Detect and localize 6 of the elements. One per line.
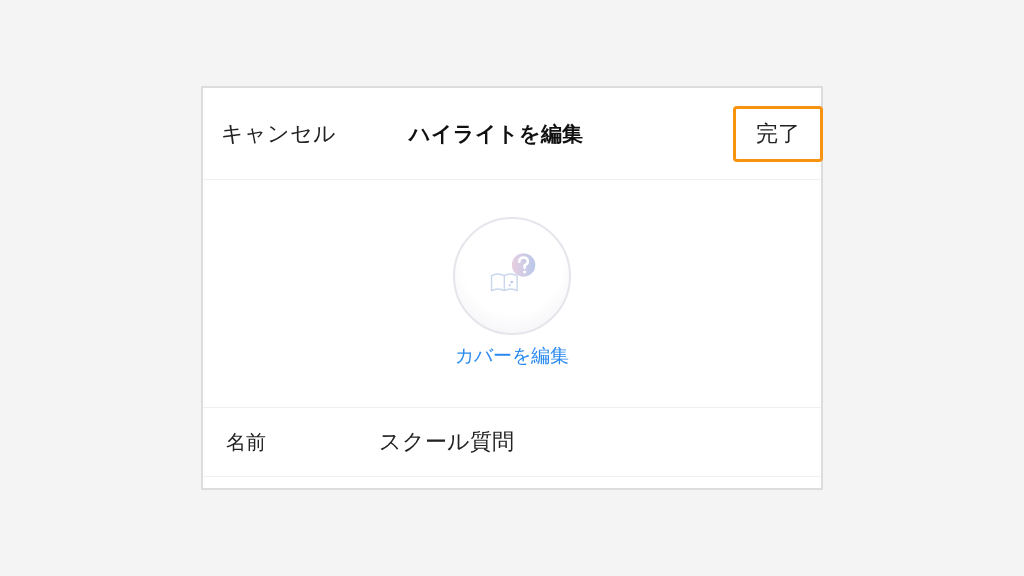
done-button[interactable]: 完了 [733,105,823,162]
name-label: 名前 [226,428,267,456]
cancel-button[interactable]: キャンセル [221,118,336,149]
edit-cover-link[interactable]: カバーを編集 [455,343,569,369]
name-field[interactable]: スクール質問 [379,427,514,457]
screen-title: ハイライトを編集 [409,120,583,148]
